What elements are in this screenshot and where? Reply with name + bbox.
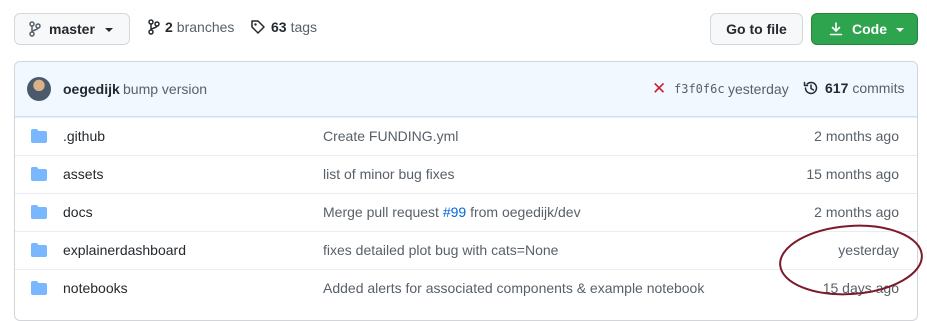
- file-row: assets list of minor bug fixes 15 months…: [15, 155, 917, 193]
- code-label: Code: [852, 21, 887, 37]
- branches-label: branches: [176, 19, 235, 35]
- chevron-down-icon: [896, 28, 904, 32]
- commit-message-prefix[interactable]: Merge pull request: [323, 204, 443, 220]
- failed-status-icon[interactable]: ✕: [652, 79, 666, 99]
- download-icon: [829, 22, 843, 36]
- file-commit-message[interactable]: fixes detailed plot bug with cats=None: [323, 242, 558, 258]
- commit-sha[interactable]: f3f0f6c: [674, 82, 725, 96]
- branches-count: 2: [165, 19, 173, 35]
- git-branch-icon: [148, 19, 160, 35]
- folder-icon: [31, 129, 47, 143]
- tags-count: 63: [271, 19, 287, 35]
- latest-commit-bar: oegedijk bump version ✕ f3f0f6c yesterda…: [15, 62, 917, 117]
- commit-author[interactable]: oegedijk: [63, 81, 120, 97]
- file-row: docs Merge pull request #99 from oegedij…: [15, 193, 917, 231]
- file-commit-message[interactable]: Added alerts for associated components &…: [323, 280, 704, 296]
- commits-history-link[interactable]: 617 commits: [803, 80, 904, 96]
- file-age: 15 days ago: [822, 280, 899, 296]
- tags-label: tags: [290, 19, 318, 35]
- chevron-down-icon: [104, 28, 113, 32]
- go-to-file-label: Go to file: [726, 21, 787, 37]
- commit-message-suffix[interactable]: from oegedijk/dev: [466, 204, 581, 220]
- file-age: 2 months ago: [814, 128, 899, 144]
- file-row: .github Create FUNDING.yml 2 months ago: [15, 117, 917, 155]
- file-row: notebooks Added alerts for associated co…: [15, 269, 917, 307]
- file-age: yesterday: [838, 242, 899, 258]
- file-browser: oegedijk bump version ✕ f3f0f6c yesterda…: [14, 61, 918, 321]
- branch-name: master: [49, 21, 95, 37]
- commits-count: 617: [825, 80, 849, 96]
- pull-request-link[interactable]: #99: [443, 204, 466, 220]
- file-name[interactable]: docs: [63, 204, 93, 220]
- file-name[interactable]: explainerdashboard: [63, 242, 186, 258]
- avatar[interactable]: [27, 77, 51, 101]
- history-icon: [803, 81, 818, 95]
- folder-icon: [31, 167, 47, 181]
- file-name[interactable]: notebooks: [63, 280, 128, 296]
- file-commit-message: Merge pull request #99 from oegedijk/dev: [323, 204, 581, 220]
- folder-icon: [31, 281, 47, 295]
- file-name[interactable]: .github: [63, 128, 105, 144]
- tags-link[interactable]: 63 tags: [250, 19, 317, 35]
- commit-time: yesterday: [728, 81, 789, 97]
- file-commit-message[interactable]: list of minor bug fixes: [323, 166, 455, 182]
- file-commit-message[interactable]: Create FUNDING.yml: [323, 128, 458, 144]
- repo-toolbar: master 2 branches 63 tags Go to file Cod…: [0, 0, 927, 62]
- folder-icon: [31, 205, 47, 219]
- git-branch-icon: [29, 21, 41, 37]
- file-age: 2 months ago: [814, 204, 899, 220]
- code-button[interactable]: Code: [811, 13, 918, 45]
- tag-icon: [251, 20, 265, 34]
- commit-message[interactable]: bump version: [123, 81, 207, 97]
- file-row: explainerdashboard fixes detailed plot b…: [15, 231, 917, 269]
- folder-icon: [31, 243, 47, 257]
- go-to-file-button[interactable]: Go to file: [710, 13, 803, 45]
- file-name[interactable]: assets: [63, 166, 103, 182]
- file-age: 15 months ago: [806, 166, 899, 182]
- branch-selector-button[interactable]: master: [14, 13, 130, 45]
- commits-label: commits: [852, 80, 905, 96]
- branches-link[interactable]: 2 branches: [148, 19, 234, 35]
